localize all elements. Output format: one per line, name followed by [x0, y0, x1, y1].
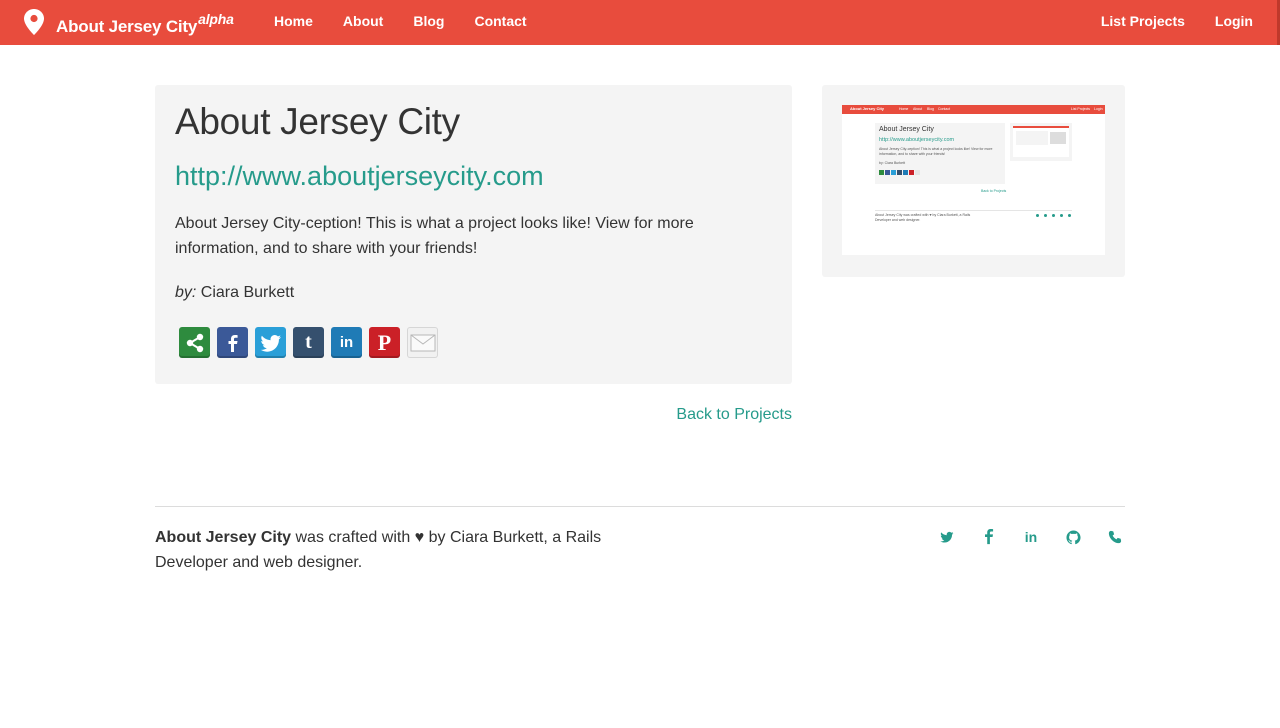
thumb-nav-login: Login — [1094, 107, 1103, 111]
heart-icon: ♥ — [414, 529, 425, 546]
thumb-navbar: About Jersey City Home About Blog Contac… — [842, 105, 1105, 114]
by-label: by: — [175, 284, 197, 301]
tumblr-icon[interactable]: t — [293, 327, 324, 358]
twitter-icon[interactable] — [937, 528, 957, 546]
brand-alpha-tag: alpha — [198, 11, 234, 27]
nav-blog[interactable]: Blog — [413, 0, 444, 45]
thumb-project-card: About Jersey City http://www.aboutjersey… — [875, 123, 1005, 184]
facebook-icon[interactable] — [979, 528, 999, 546]
footer-text-crafted: was crafted with — [295, 529, 411, 546]
thumb-nav-about: About — [913, 107, 923, 111]
nav-list-projects[interactable]: List Projects — [1101, 0, 1185, 45]
navbar: About Jersey Cityalpha Home About Blog C… — [0, 0, 1280, 45]
facebook-icon[interactable] — [217, 327, 248, 358]
brand-name[interactable]: About Jersey Cityalpha — [56, 11, 234, 37]
nav-secondary: List Projects Login — [1071, 0, 1253, 45]
share-icon[interactable] — [179, 327, 210, 358]
thumb-nav-home: Home — [899, 107, 909, 111]
phone-icon[interactable] — [1105, 528, 1125, 546]
project-title: About Jersey City — [175, 101, 460, 142]
thumb-nav-contact: Contact — [938, 107, 951, 111]
linkedin-icon[interactable]: in — [1021, 528, 1041, 546]
thumb-description: About Jersey City-ception! This is what … — [879, 147, 993, 156]
map-pin-icon — [24, 9, 44, 35]
thumb-screenshot-card — [1010, 123, 1072, 161]
thumb-footer-icon — [1052, 214, 1055, 217]
nav-about[interactable]: About — [343, 0, 383, 45]
thumb-footer-icon — [1036, 214, 1039, 217]
thumb-byline: by: Ciara Burkett — [879, 161, 906, 165]
nav-login[interactable]: Login — [1215, 0, 1253, 45]
thumb-share-icons — [879, 170, 921, 175]
project-url-link[interactable]: http://www.aboutjerseycity.com — [175, 161, 544, 192]
nav-primary: Home About Blog Contact — [274, 0, 557, 45]
project-card: About Jersey City http://www.aboutjersey… — [155, 85, 792, 384]
thumb-title: About Jersey City — [879, 126, 934, 133]
thumb-footer-icon — [1060, 214, 1063, 217]
pinterest-icon[interactable]: P — [369, 327, 400, 358]
project-description: About Jersey City-ception! This is what … — [175, 215, 694, 257]
linkedin-icon[interactable]: in — [331, 327, 362, 358]
thumb-nav-list-projects: List Projects — [1071, 107, 1091, 111]
email-icon[interactable] — [407, 327, 438, 358]
thumb-footer-icon — [1044, 214, 1047, 217]
author-name: Ciara Burkett — [200, 284, 295, 301]
footer-divider — [155, 506, 1125, 507]
brand-logo[interactable]: About Jersey Cityalpha — [24, 9, 234, 37]
twitter-icon[interactable] — [255, 327, 286, 358]
thumb-url: http://www.aboutjerseycity.com — [879, 137, 955, 143]
nav-contact[interactable]: Contact — [474, 0, 526, 45]
share-buttons: t in P — [179, 327, 445, 358]
thumb-brand: About Jersey City — [850, 106, 885, 111]
thumb-nav-blog: Blog — [927, 107, 935, 111]
project-byline: by: Ciara Burkett — [175, 284, 294, 302]
thumb-footer-text: About Jersey City was crafted with ♥ by … — [875, 213, 971, 222]
thumb-footer-icon — [1068, 214, 1071, 217]
nav-home[interactable]: Home — [274, 0, 313, 45]
footer-brand: About Jersey City — [155, 529, 292, 546]
project-screenshot-card: About Jersey City Home About Blog Contac… — [822, 85, 1125, 277]
thumb-back-link: Back to Projects — [981, 189, 1007, 193]
thumb-divider — [875, 210, 1072, 211]
footer-social-icons: in — [937, 528, 1125, 546]
project-screenshot[interactable]: About Jersey City Home About Blog Contac… — [842, 105, 1105, 255]
back-to-projects-link[interactable]: Back to Projects — [676, 406, 792, 424]
footer-credit: About Jersey City was crafted with ♥ by … — [155, 525, 635, 575]
github-icon[interactable] — [1063, 528, 1083, 546]
